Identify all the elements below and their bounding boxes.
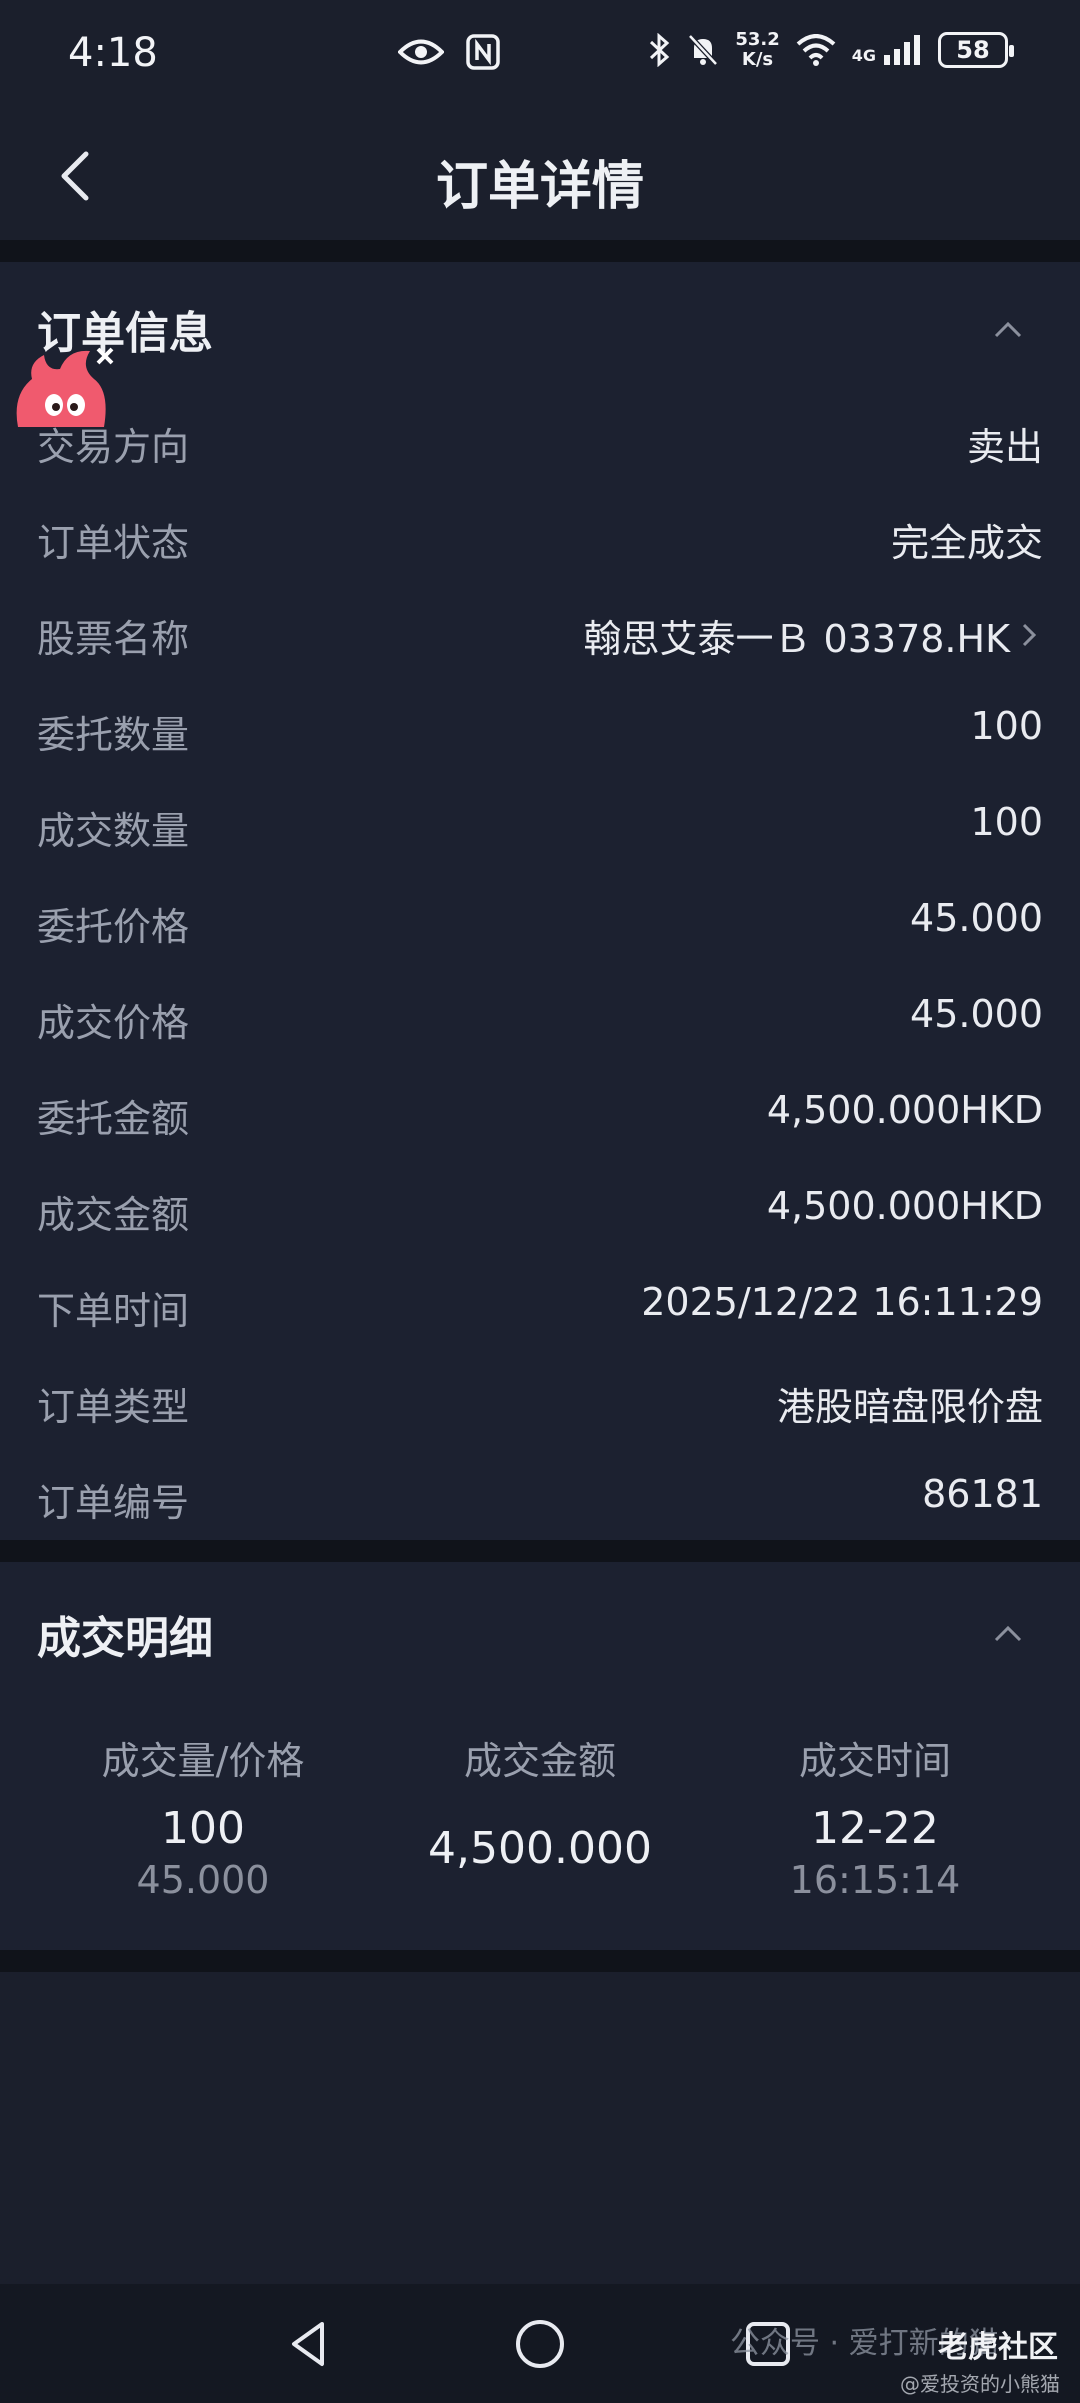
fill-price: 45.000: [136, 1858, 270, 1902]
detail-value: 86181: [922, 1472, 1043, 1516]
status-center-icons: [398, 34, 500, 70]
detail-row-order-amount: 委托金额 4,500.000HKD: [0, 1066, 1080, 1162]
nfc-icon: [466, 34, 500, 70]
chevron-right-icon[interactable]: [1018, 621, 1040, 649]
signal-label: 4G: [851, 46, 876, 65]
detail-label: 委托金额: [37, 1097, 190, 1141]
fill-col-time: 成交时间 12-22 16:15:14: [735, 1730, 1015, 1902]
detail-label: 成交数量: [37, 809, 190, 853]
detail-row-order-type: 订单类型 港股暗盘限价盘: [0, 1354, 1080, 1450]
detail-value: 完全成交: [890, 521, 1043, 565]
detail-row-order-time: 下单时间 2025/12/22 16:11:29: [0, 1258, 1080, 1354]
collapse-chevron-icon[interactable]: [990, 312, 1026, 348]
section-divider: [0, 1950, 1080, 1972]
nav-bar: 订单详情: [0, 110, 1080, 240]
detail-label: 委托价格: [37, 905, 190, 949]
status-right-icons: 53.2 K/s 4G 58: [647, 30, 1014, 70]
detail-row-status: 订单状态 完全成交: [0, 490, 1080, 586]
watermark-brand: 老虎社区: [938, 2330, 1058, 2365]
nav-back-icon[interactable]: [280, 2314, 340, 2374]
page-title: 订单详情: [435, 157, 644, 217]
detail-value: 2025/12/22 16:11:29: [641, 1280, 1043, 1324]
empty-area: [0, 1972, 1080, 2284]
detail-row-order-price: 委托价格 45.000: [0, 874, 1080, 970]
fill-header: 成交金额: [463, 1739, 616, 1783]
detail-value: 45.000: [910, 992, 1043, 1036]
eye-icon: [398, 39, 444, 65]
section-divider: [0, 1540, 1080, 1562]
fill-amount: 4,500.000: [428, 1823, 652, 1874]
detail-value: 100: [970, 800, 1043, 844]
detail-row-filled-qty: 成交数量 100: [0, 778, 1080, 874]
fill-col-qty-price: 成交量/价格 100 45.000: [60, 1730, 346, 1902]
section-divider: [0, 240, 1080, 262]
cellular-signal: 4G: [852, 35, 922, 65]
detail-row-filled-price: 成交价格 45.000: [0, 970, 1080, 1066]
fill-qty: 100: [161, 1803, 245, 1854]
detail-row-stock-name[interactable]: 股票名称 翰思艾泰一Ｂ 03378.HK: [0, 586, 1080, 682]
detail-label: 订单类型: [37, 1385, 190, 1429]
battery-indicator: 58: [938, 32, 1014, 68]
fill-header: 成交时间: [798, 1739, 951, 1783]
fill-date: 12-22: [811, 1803, 939, 1854]
status-bar: 4:18 53.2 K/s 4G 58: [0, 0, 1080, 110]
detail-row-filled-amount: 成交金额 4,500.000HKD: [0, 1162, 1080, 1258]
watermark-handle: @爱投资的小熊猫: [900, 2372, 1060, 2396]
detail-value: 4,500.000HKD: [766, 1088, 1043, 1132]
wifi-icon: [796, 34, 836, 66]
status-time: 4:18: [68, 30, 158, 76]
stock-name-link[interactable]: 翰思艾泰一Ｂ 03378.HK: [583, 608, 1010, 663]
nav-home-icon[interactable]: [510, 2314, 570, 2374]
detail-value: 45.000: [910, 896, 1043, 940]
detail-value: 100: [970, 704, 1043, 748]
network-speed-value: 53.2: [735, 29, 780, 50]
fill-time: 16:15:14: [789, 1858, 961, 1902]
detail-label: 下单时间: [37, 1289, 190, 1333]
fill-header: 成交量/价格: [101, 1739, 305, 1783]
detail-label: 委托数量: [37, 713, 190, 757]
signal-bars-icon: [884, 35, 920, 65]
bluetooth-icon: [650, 33, 670, 67]
network-speed: 53.2 K/s: [735, 30, 779, 70]
detail-value: 港股暗盘限价盘: [776, 1385, 1043, 1429]
fill-col-amount: 成交金额 4,500.000: [400, 1730, 680, 1874]
network-speed-unit: K/s: [741, 49, 774, 70]
fill-details-card: 成交明细 成交量/价格 100 45.000 成交金额 4,500.000 成交…: [0, 1562, 1080, 1950]
detail-label: 订单状态: [37, 521, 190, 565]
detail-row-direction: 交易方向 卖出: [0, 394, 1080, 490]
collapse-chevron-icon[interactable]: [990, 1616, 1026, 1652]
detail-row-order-number: 订单编号 86181: [0, 1450, 1080, 1546]
detail-row-order-qty: 委托数量 100: [0, 682, 1080, 778]
detail-label: 成交金额: [37, 1193, 190, 1237]
fill-details-title: 成交明细: [37, 1613, 213, 1664]
floating-mascot-icon[interactable]: [10, 345, 120, 435]
detail-value: 卖出: [966, 425, 1043, 469]
muted-bell-icon: [688, 34, 719, 66]
detail-label: 成交价格: [37, 1001, 190, 1045]
detail-label: 订单编号: [37, 1481, 190, 1525]
detail-label: 股票名称: [37, 617, 190, 661]
detail-value: 4,500.000HKD: [766, 1184, 1043, 1228]
